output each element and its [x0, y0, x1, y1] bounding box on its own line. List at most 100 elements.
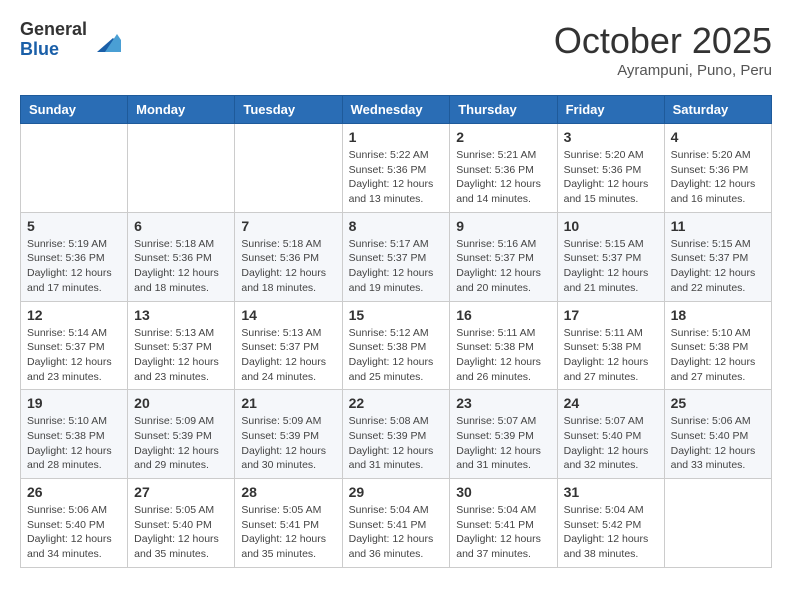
day-info: Sunrise: 5:22 AMSunset: 5:36 PMDaylight:… [349, 148, 444, 207]
calendar-cell: 4 Sunrise: 5:20 AMSunset: 5:36 PMDaylight… [664, 124, 771, 213]
day-number: 15 [349, 307, 444, 323]
day-number: 11 [671, 218, 765, 234]
day-number: 12 [27, 307, 121, 323]
calendar-table: SundayMondayTuesdayWednesdayThursdayFrid… [20, 95, 772, 568]
day-info: Sunrise: 5:15 AMSunset: 5:37 PMDaylight:… [564, 237, 658, 296]
calendar-cell: 25Sunrise: 5:06 AMSunset: 5:40 PMDayligh… [664, 390, 771, 479]
calendar-cell: 1Sunrise: 5:22 AMSunset: 5:36 PMDaylight… [342, 124, 450, 213]
day-number: 4 [671, 129, 765, 145]
day-number: 6 [134, 218, 228, 234]
day-info: Sunrise: 5:17 AMSunset: 5:37 PMDaylight:… [349, 237, 444, 296]
day-info: Sunrise: 5:19 AMSunset: 5:36 PMDaylight:… [27, 237, 121, 296]
day-number: 28 [241, 484, 335, 500]
calendar-cell: 8 Sunrise: 5:17 AMSunset: 5:37 PMDaylight… [342, 212, 450, 301]
day-info: Sunrise: 5:05 AMSunset: 5:40 PMDaylight:… [134, 503, 228, 562]
calendar-week-row: 19 Sunrise: 5:10 AMSunset: 5:38 PMDayligh… [21, 390, 772, 479]
calendar-header-row: SundayMondayTuesdayWednesdayThursdayFrid… [21, 96, 772, 124]
calendar-cell: 24 Sunrise: 5:07 AMSunset: 5:40 PMDayligh… [557, 390, 664, 479]
calendar-cell: 2Sunrise: 5:21 AMSunset: 5:36 PMDaylight… [450, 124, 557, 213]
calendar-cell: 9Sunrise: 5:16 AMSunset: 5:37 PMDaylight… [450, 212, 557, 301]
day-number: 27 [134, 484, 228, 500]
calendar-cell: 22 Sunrise: 5:08 AMSunset: 5:39 PMDayligh… [342, 390, 450, 479]
logo-general: General [20, 20, 87, 40]
day-info: Sunrise: 5:04 AMSunset: 5:42 PMDaylight:… [564, 503, 658, 562]
day-number: 24 [564, 395, 658, 411]
calendar-cell: 17Sunrise: 5:11 AMSunset: 5:38 PMDayligh… [557, 301, 664, 390]
day-info: Sunrise: 5:10 AMSunset: 5:38 PMDaylight:… [27, 414, 121, 473]
day-info: Sunrise: 5:07 AMSunset: 5:39 PMDaylight:… [456, 414, 550, 473]
day-number: 26 [27, 484, 121, 500]
day-info: Sunrise: 5:08 AMSunset: 5:39 PMDaylight:… [349, 414, 444, 473]
day-number: 25 [671, 395, 765, 411]
calendar-cell [21, 124, 128, 213]
day-number: 7 [241, 218, 335, 234]
day-number: 5 [27, 218, 121, 234]
calendar-cell: 10 Sunrise: 5:15 AMSunset: 5:37 PMDayligh… [557, 212, 664, 301]
calendar-cell: 27 Sunrise: 5:05 AMSunset: 5:40 PMDayligh… [128, 479, 235, 568]
day-info: Sunrise: 5:18 AMSunset: 5:36 PMDaylight:… [241, 237, 335, 296]
day-number: 3 [564, 129, 658, 145]
weekday-header: Thursday [450, 96, 557, 124]
calendar-cell: 31 Sunrise: 5:04 AMSunset: 5:42 PMDayligh… [557, 479, 664, 568]
calendar-cell: 14 Sunrise: 5:13 AMSunset: 5:37 PMDayligh… [235, 301, 342, 390]
calendar-cell: 28 Sunrise: 5:05 AMSunset: 5:41 PMDayligh… [235, 479, 342, 568]
calendar-cell [235, 124, 342, 213]
day-info: Sunrise: 5:10 AMSunset: 5:38 PMDaylight:… [671, 326, 765, 385]
weekday-header: Wednesday [342, 96, 450, 124]
day-info: Sunrise: 5:09 AMSunset: 5:39 PMDaylight:… [241, 414, 335, 473]
day-info: Sunrise: 5:13 AMSunset: 5:37 PMDaylight:… [241, 326, 335, 385]
weekday-header: Saturday [664, 96, 771, 124]
weekday-header: Monday [128, 96, 235, 124]
calendar-cell: 11 Sunrise: 5:15 AMSunset: 5:37 PMDayligh… [664, 212, 771, 301]
month-title: October 2025 [554, 20, 772, 62]
day-number: 23 [456, 395, 550, 411]
logo: General Blue [20, 20, 121, 60]
day-info: Sunrise: 5:04 AMSunset: 5:41 PMDaylight:… [349, 503, 444, 562]
calendar-week-row: 26Sunrise: 5:06 AMSunset: 5:40 PMDayligh… [21, 479, 772, 568]
calendar-week-row: 5 Sunrise: 5:19 AMSunset: 5:36 PMDaylight… [21, 212, 772, 301]
day-info: Sunrise: 5:15 AMSunset: 5:37 PMDaylight:… [671, 237, 765, 296]
calendar-cell: 18Sunrise: 5:10 AMSunset: 5:38 PMDayligh… [664, 301, 771, 390]
day-number: 8 [349, 218, 444, 234]
day-number: 30 [456, 484, 550, 500]
day-number: 20 [134, 395, 228, 411]
calendar-week-row: 12 Sunrise: 5:14 AMSunset: 5:37 PMDayligh… [21, 301, 772, 390]
location-subtitle: Ayrampuni, Puno, Peru [554, 62, 772, 79]
calendar-cell: 29 Sunrise: 5:04 AMSunset: 5:41 PMDayligh… [342, 479, 450, 568]
day-number: 31 [564, 484, 658, 500]
calendar-cell: 30Sunrise: 5:04 AMSunset: 5:41 PMDayligh… [450, 479, 557, 568]
day-info: Sunrise: 5:05 AMSunset: 5:41 PMDaylight:… [241, 503, 335, 562]
day-number: 10 [564, 218, 658, 234]
day-info: Sunrise: 5:07 AMSunset: 5:40 PMDaylight:… [564, 414, 658, 473]
day-number: 29 [349, 484, 444, 500]
day-info: Sunrise: 5:13 AMSunset: 5:37 PMDaylight:… [134, 326, 228, 385]
logo-icon [89, 24, 121, 56]
calendar-cell: 19 Sunrise: 5:10 AMSunset: 5:38 PMDayligh… [21, 390, 128, 479]
page-header: General Blue October 2025 Ayrampuni, Pun… [20, 20, 772, 79]
calendar-cell: 3 Sunrise: 5:20 AMSunset: 5:36 PMDaylight… [557, 124, 664, 213]
calendar-week-row: 1Sunrise: 5:22 AMSunset: 5:36 PMDaylight… [21, 124, 772, 213]
day-info: Sunrise: 5:11 AMSunset: 5:38 PMDaylight:… [456, 326, 550, 385]
calendar-cell [128, 124, 235, 213]
day-number: 14 [241, 307, 335, 323]
calendar-cell: 15Sunrise: 5:12 AMSunset: 5:38 PMDayligh… [342, 301, 450, 390]
day-number: 17 [564, 307, 658, 323]
logo-blue: Blue [20, 40, 87, 60]
calendar-cell: 6 Sunrise: 5:18 AMSunset: 5:36 PMDaylight… [128, 212, 235, 301]
day-info: Sunrise: 5:20 AMSunset: 5:36 PMDaylight:… [671, 148, 765, 207]
calendar-cell: 26Sunrise: 5:06 AMSunset: 5:40 PMDayligh… [21, 479, 128, 568]
calendar-cell: 16 Sunrise: 5:11 AMSunset: 5:38 PMDayligh… [450, 301, 557, 390]
day-info: Sunrise: 5:18 AMSunset: 5:36 PMDaylight:… [134, 237, 228, 296]
day-number: 16 [456, 307, 550, 323]
calendar-cell: 20Sunrise: 5:09 AMSunset: 5:39 PMDayligh… [128, 390, 235, 479]
day-number: 22 [349, 395, 444, 411]
day-number: 19 [27, 395, 121, 411]
weekday-header: Friday [557, 96, 664, 124]
title-area: October 2025 Ayrampuni, Puno, Peru [554, 20, 772, 79]
day-number: 21 [241, 395, 335, 411]
calendar-cell [664, 479, 771, 568]
day-info: Sunrise: 5:14 AMSunset: 5:37 PMDaylight:… [27, 326, 121, 385]
day-info: Sunrise: 5:20 AMSunset: 5:36 PMDaylight:… [564, 148, 658, 207]
calendar-cell: 23 Sunrise: 5:07 AMSunset: 5:39 PMDayligh… [450, 390, 557, 479]
calendar-cell: 12 Sunrise: 5:14 AMSunset: 5:37 PMDayligh… [21, 301, 128, 390]
